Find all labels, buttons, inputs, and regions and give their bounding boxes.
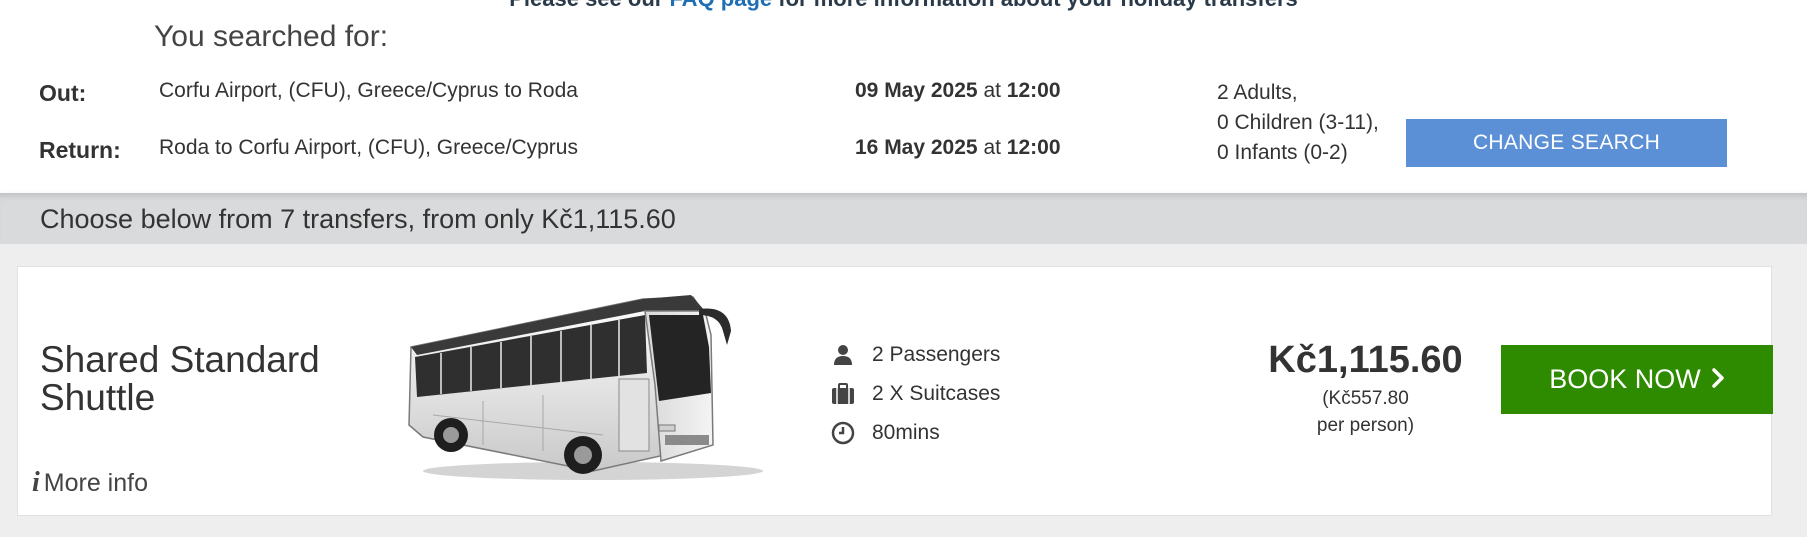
info-icon: i (32, 467, 40, 498)
out-at-word: at (977, 79, 1007, 102)
per-person-label: per person) (1316, 415, 1415, 436)
feature-passengers: 2 Passengers (830, 335, 1000, 374)
clock-icon (830, 420, 856, 446)
return-route: Roda to Corfu Airport, (CFU), Greece/Cyp… (159, 136, 578, 159)
return-datetime: 16 May 2025 at 12:00 (855, 136, 1061, 160)
out-route: Corfu Airport, (CFU), Greece/Cyprus to R… (159, 79, 578, 102)
book-now-label: BOOK NOW (1549, 364, 1701, 394)
faq-notice-suffix: for more information about your holiday … (772, 0, 1298, 11)
feature-passengers-label: 2 Passengers (872, 342, 1001, 366)
feature-suitcases-label: 2 X Suitcases (872, 381, 1001, 405)
transfer-result-card: Shared Standard Shuttle i More info 2 Pa… (17, 266, 1773, 516)
total-price: Kč1,115.60 (1268, 339, 1463, 381)
adults-count: 2 Adults, (1217, 81, 1298, 104)
return-time: 12:00 (1006, 136, 1061, 159)
return-date: 16 May 2025 (855, 136, 978, 159)
book-now-button[interactable]: BOOK NOW (1501, 345, 1773, 414)
out-label: Out: (39, 80, 87, 106)
results-summary-bar: Choose below from 7 transfers, from only… (0, 193, 1807, 244)
vehicle-name: Shared Standard Shuttle (40, 339, 320, 418)
return-at-word: at (977, 136, 1007, 159)
feature-duration: 80mins (830, 413, 1000, 452)
change-search-button[interactable]: CHANGE SEARCH (1406, 119, 1727, 167)
results-summary-text: Choose below from 7 transfers, from only… (40, 204, 676, 234)
person-icon (830, 342, 856, 368)
suitcase-icon (830, 381, 856, 407)
children-count: 0 Children (3-11), (1217, 111, 1379, 134)
per-person-amount: (Kč557.80 (1322, 388, 1409, 409)
passenger-summary: 2 Adults, 0 Children (3-11), 0 Infants (… (1217, 78, 1379, 168)
coach-bus-image (408, 295, 763, 480)
infants-count: 0 Infants (0-2) (1217, 141, 1348, 164)
feature-suitcases: 2 X Suitcases (830, 374, 1000, 413)
vehicle-features: 2 Passengers 2 X Suitcases 80mins (830, 335, 1000, 452)
price-block: Kč1,115.60 (Kč557.80 per person) (1223, 339, 1508, 439)
out-time: 12:00 (1006, 79, 1061, 102)
out-datetime: 09 May 2025 at 12:00 (855, 79, 1061, 103)
faq-page-link[interactable]: FAQ page (669, 0, 772, 11)
chevron-right-icon (1711, 364, 1725, 395)
more-info-link[interactable]: i More info (32, 467, 148, 499)
search-summary-title: You searched for: (154, 20, 389, 53)
return-label: Return: (39, 137, 121, 163)
faq-notice-prefix: Please see our (509, 0, 669, 11)
more-info-label: More info (43, 469, 148, 497)
faq-notice: Please see our FAQ page for more informa… (0, 0, 1807, 12)
feature-duration-label: 80mins (872, 420, 940, 444)
out-date: 09 May 2025 (855, 79, 978, 102)
per-person-price: (Kč557.80 per person) (1223, 385, 1508, 439)
